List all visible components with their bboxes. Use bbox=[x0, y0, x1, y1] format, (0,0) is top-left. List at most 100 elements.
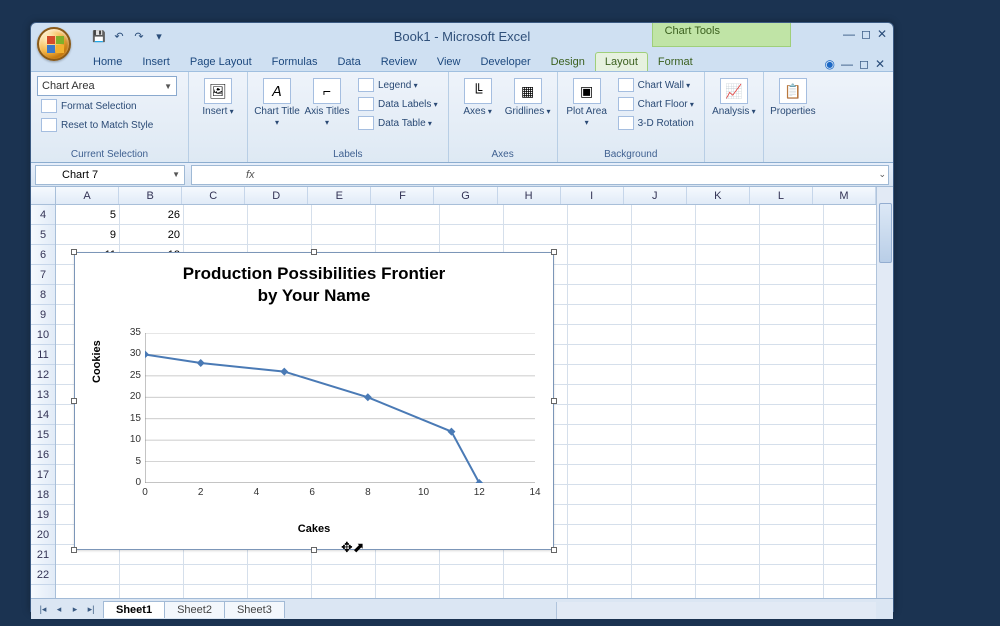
row-header[interactable]: 11 bbox=[31, 345, 55, 365]
scrollbar-thumb[interactable] bbox=[879, 203, 892, 263]
tab-data[interactable]: Data bbox=[327, 52, 370, 71]
resize-handle[interactable] bbox=[311, 249, 317, 255]
fx-icon[interactable]: fx bbox=[246, 169, 255, 181]
select-all-cells[interactable] bbox=[31, 187, 56, 205]
expand-formula-bar-icon[interactable]: ⌄ bbox=[878, 169, 886, 180]
cell-value[interactable]: 20 bbox=[120, 225, 184, 245]
chart-floor-button[interactable]: Chart Floor bbox=[614, 95, 698, 113]
x-axis-label[interactable]: Cakes bbox=[75, 523, 553, 535]
office-button[interactable] bbox=[37, 27, 71, 61]
resize-handle[interactable] bbox=[71, 547, 77, 553]
column-header[interactable]: C bbox=[182, 187, 245, 204]
tab-design[interactable]: Design bbox=[541, 52, 595, 71]
y-axis-label[interactable]: Cookies bbox=[91, 340, 103, 383]
legend-button[interactable]: Legend bbox=[354, 76, 442, 94]
undo-icon[interactable]: ↶ bbox=[111, 28, 127, 44]
row-header[interactable]: 20 bbox=[31, 525, 55, 545]
resize-handle[interactable] bbox=[71, 398, 77, 404]
cell-value[interactable]: 26 bbox=[120, 205, 184, 225]
column-header[interactable]: B bbox=[119, 187, 182, 204]
tab-developer[interactable]: Developer bbox=[470, 52, 540, 71]
axes-button[interactable]: ╚Axes bbox=[455, 76, 501, 119]
sheet-tab-sheet1[interactable]: Sheet1 bbox=[103, 601, 165, 618]
row-header[interactable]: 12 bbox=[31, 365, 55, 385]
row-header[interactable]: 16 bbox=[31, 445, 55, 465]
row-header[interactable]: 21 bbox=[31, 545, 55, 565]
resize-handle[interactable] bbox=[551, 249, 557, 255]
chart-wall-button[interactable]: Chart Wall bbox=[614, 76, 698, 94]
column-header[interactable]: H bbox=[498, 187, 561, 204]
tab-format[interactable]: Format bbox=[648, 52, 703, 71]
axis-titles-button[interactable]: ⌐ Axis Titles bbox=[304, 76, 350, 130]
row-header[interactable]: 18 bbox=[31, 485, 55, 505]
last-sheet-icon[interactable]: ▸| bbox=[83, 604, 99, 615]
reset-match-style-button[interactable]: Reset to Match Style bbox=[37, 116, 182, 134]
column-header[interactable]: L bbox=[750, 187, 813, 204]
column-header[interactable]: G bbox=[434, 187, 497, 204]
plot-area-button[interactable]: ▣Plot Area bbox=[564, 76, 610, 130]
row-header[interactable]: 14 bbox=[31, 405, 55, 425]
column-header[interactable]: I bbox=[561, 187, 624, 204]
sheet-tab-sheet2[interactable]: Sheet2 bbox=[164, 601, 225, 618]
tab-review[interactable]: Review bbox=[371, 52, 427, 71]
row-header[interactable]: 9 bbox=[31, 305, 55, 325]
row-header[interactable]: 4 bbox=[31, 205, 55, 225]
row-header[interactable]: 22 bbox=[31, 565, 55, 585]
data-labels-button[interactable]: Data Labels bbox=[354, 95, 442, 113]
sheet-tab-sheet3[interactable]: Sheet3 bbox=[224, 601, 285, 618]
row-header[interactable]: 5 bbox=[31, 225, 55, 245]
data-table-button[interactable]: Data Table bbox=[354, 114, 442, 132]
resize-handle[interactable] bbox=[71, 249, 77, 255]
row-header[interactable]: 7 bbox=[31, 265, 55, 285]
tab-home[interactable]: Home bbox=[83, 52, 132, 71]
row-header[interactable]: 10 bbox=[31, 325, 55, 345]
qat-customize-icon[interactable]: ▾ bbox=[151, 28, 167, 44]
vertical-scrollbar[interactable] bbox=[876, 187, 893, 598]
formula-bar[interactable]: fx ⌄ bbox=[191, 165, 889, 185]
help-icon[interactable]: ◉ bbox=[824, 57, 834, 71]
rotation-button[interactable]: 3-D Rotation bbox=[614, 114, 698, 132]
minimize-icon[interactable]: — bbox=[843, 27, 855, 41]
tab-layout[interactable]: Layout bbox=[595, 52, 648, 71]
horizontal-scrollbar[interactable] bbox=[556, 602, 876, 619]
column-header[interactable]: J bbox=[624, 187, 687, 204]
tab-formulas[interactable]: Formulas bbox=[262, 52, 328, 71]
resize-handle[interactable] bbox=[311, 547, 317, 553]
tab-view[interactable]: View bbox=[427, 52, 471, 71]
redo-icon[interactable]: ↷ bbox=[131, 28, 147, 44]
chart-plot-area[interactable] bbox=[145, 333, 535, 483]
resize-handle[interactable] bbox=[551, 547, 557, 553]
cell-value[interactable]: 5 bbox=[56, 205, 120, 225]
row-header[interactable]: 13 bbox=[31, 385, 55, 405]
doc-minimize-icon[interactable]: — bbox=[841, 57, 853, 71]
name-box[interactable]: Chart 7 ▼ bbox=[35, 165, 185, 185]
chart-title-text[interactable]: Production Possibilities Frontier by You… bbox=[75, 253, 553, 313]
insert-button[interactable]: 🖼 Insert bbox=[195, 76, 241, 119]
row-header[interactable]: 8 bbox=[31, 285, 55, 305]
chart-title-button[interactable]: 𝘈 Chart Title bbox=[254, 76, 300, 130]
row-header[interactable]: 19 bbox=[31, 505, 55, 525]
next-sheet-icon[interactable]: ▸ bbox=[67, 604, 83, 615]
column-header[interactable]: A bbox=[56, 187, 119, 204]
column-header[interactable]: M bbox=[813, 187, 876, 204]
column-header[interactable]: F bbox=[371, 187, 434, 204]
column-header[interactable]: E bbox=[308, 187, 371, 204]
maximize-icon[interactable]: ◻ bbox=[861, 27, 871, 41]
close-icon[interactable]: ✕ bbox=[877, 27, 887, 41]
analysis-button[interactable]: 📈Analysis bbox=[711, 76, 757, 119]
save-icon[interactable]: 💾 bbox=[91, 28, 107, 44]
first-sheet-icon[interactable]: |◂ bbox=[35, 604, 51, 615]
cell-value[interactable]: 9 bbox=[56, 225, 120, 245]
row-header[interactable]: 17 bbox=[31, 465, 55, 485]
resize-handle[interactable] bbox=[551, 398, 557, 404]
row-header[interactable]: 6 bbox=[31, 245, 55, 265]
prev-sheet-icon[interactable]: ◂ bbox=[51, 604, 67, 615]
embedded-chart[interactable]: Production Possibilities Frontier by You… bbox=[74, 252, 554, 550]
doc-restore-icon[interactable]: ◻ bbox=[859, 57, 869, 71]
format-selection-button[interactable]: Format Selection bbox=[37, 97, 182, 115]
chart-element-selector[interactable]: Chart Area ▼ bbox=[37, 76, 177, 96]
doc-close-icon[interactable]: ✕ bbox=[875, 57, 885, 71]
column-header[interactable]: K bbox=[687, 187, 750, 204]
column-header[interactable]: D bbox=[245, 187, 308, 204]
tab-insert[interactable]: Insert bbox=[132, 52, 180, 71]
